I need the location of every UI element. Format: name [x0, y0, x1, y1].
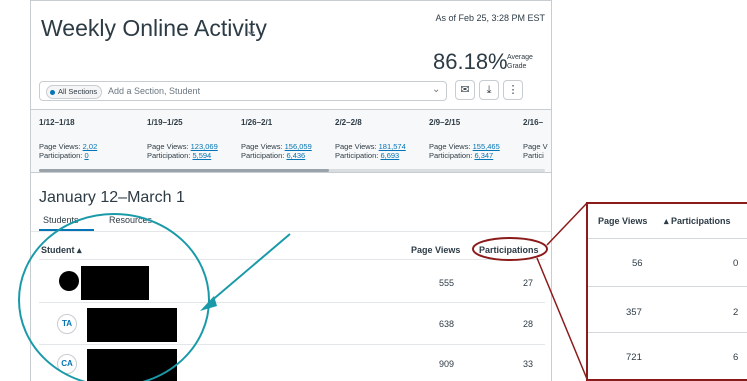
- zoom-divider: [588, 238, 747, 239]
- zoom-header-page-views: Page Views: [598, 216, 648, 226]
- zoom-header-participations: ▴ Participations: [664, 216, 731, 226]
- teal-arrow-line: [209, 233, 291, 303]
- zoom-page-views: 56: [632, 258, 643, 269]
- zoom-divider: [588, 332, 747, 333]
- red-connector-bottom: [536, 257, 588, 380]
- red-connector-top: [546, 202, 588, 246]
- zoomed-table-callout: Page Views ▴ Participations 56 0 357 2 7…: [586, 202, 747, 381]
- zoom-page-views: 357: [626, 307, 642, 318]
- zoom-participations: 6: [733, 352, 739, 363]
- red-highlight-circle: [472, 237, 548, 261]
- zoom-divider: [588, 286, 747, 287]
- teal-highlight-circle: [18, 213, 210, 381]
- zoom-participations: 0: [733, 258, 739, 269]
- zoom-participations: 2: [733, 307, 739, 318]
- zoom-page-views: 721: [626, 352, 642, 363]
